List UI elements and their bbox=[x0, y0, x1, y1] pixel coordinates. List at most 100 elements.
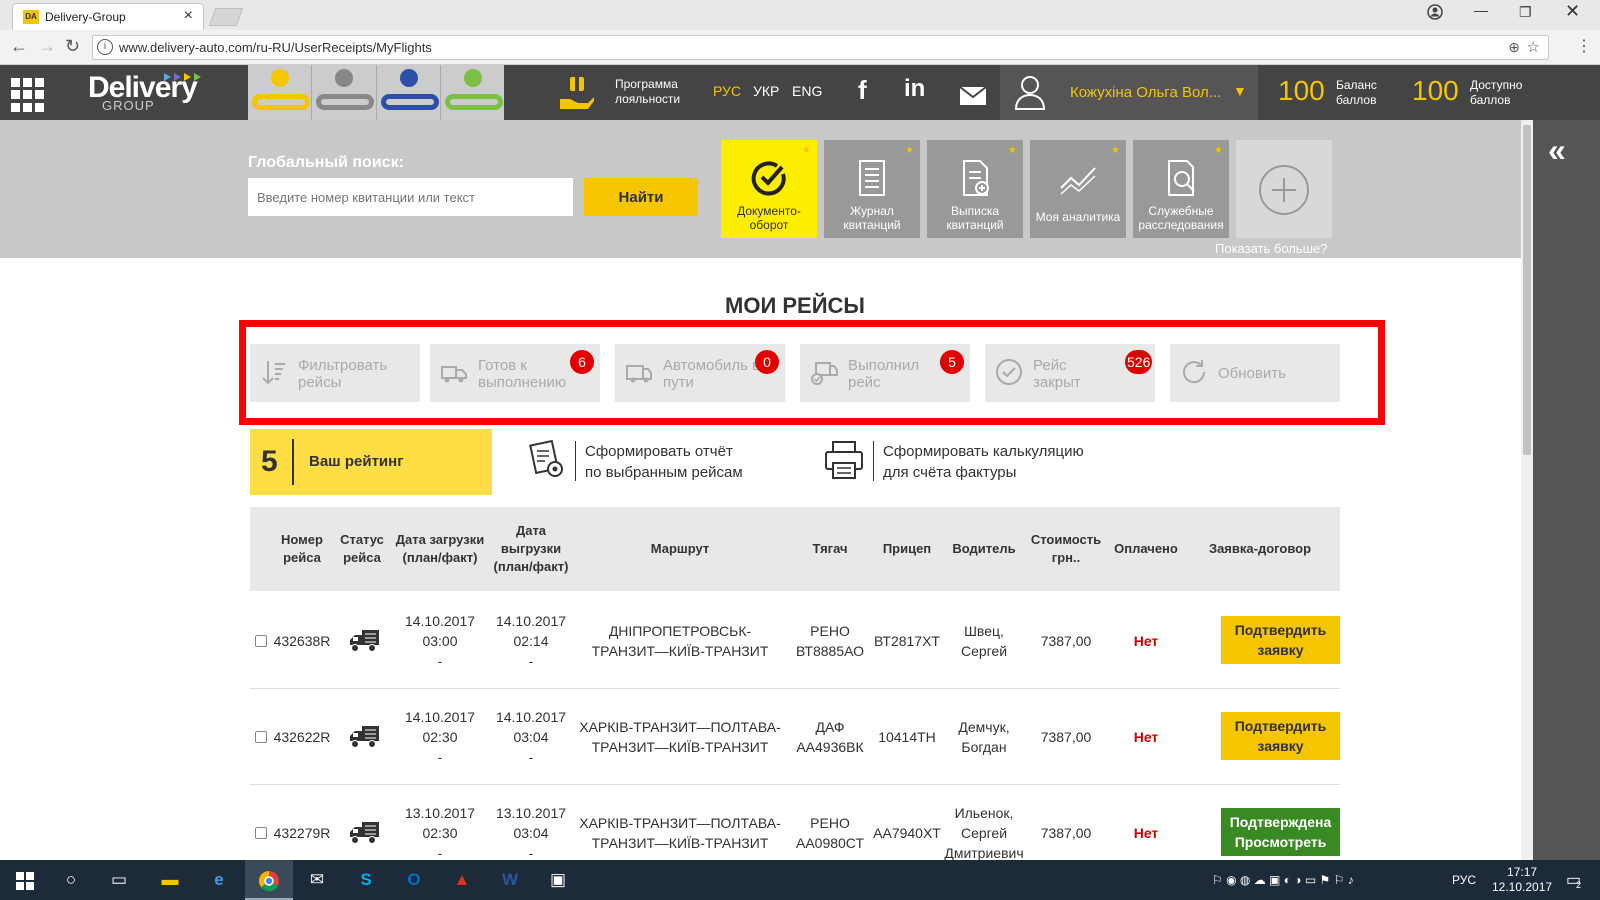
url-field[interactable]: i www.delivery-auto.com/ru-RU/UserReceip… bbox=[92, 35, 1549, 60]
favorite-star-icon[interactable]: ★ bbox=[1214, 144, 1223, 158]
filter-closed-button[interactable]: Рейс закрыт 526 bbox=[985, 344, 1155, 402]
collapse-sidebar-icon[interactable]: « bbox=[1548, 132, 1566, 169]
filter-ready-button[interactable]: Готов к выполнению 6 bbox=[430, 344, 600, 402]
photos-icon[interactable]: ▣ bbox=[547, 870, 569, 890]
table-row[interactable]: 432279R 13.10.2017 02:30 - 13.10.2017 03:04… bbox=[250, 785, 1340, 860]
col-status[interactable]: Статус рейса bbox=[336, 507, 388, 591]
chevron-down-icon[interactable]: ▼ bbox=[1233, 83, 1247, 99]
add-tile-button[interactable] bbox=[1236, 140, 1332, 238]
tile-docflow[interactable]: ★ Документо-оборот bbox=[721, 140, 817, 238]
col-trailer[interactable]: Прицеп bbox=[872, 507, 942, 591]
loyalty-hand-icon[interactable] bbox=[558, 75, 594, 111]
maximize-icon[interactable]: ❐ bbox=[1519, 4, 1532, 21]
load-time-value: 02:30 bbox=[422, 825, 458, 841]
flight-number[interactable]: 432622R bbox=[272, 689, 332, 785]
tile-investigations[interactable]: ★ Служебные расследования bbox=[1133, 140, 1229, 238]
confirm-request-button[interactable]: Подтвердить заявку bbox=[1221, 712, 1340, 760]
lang-ua[interactable]: УКР bbox=[753, 83, 779, 99]
forward-icon[interactable]: → bbox=[38, 36, 56, 57]
favorite-star-icon[interactable]: ★ bbox=[1111, 144, 1120, 158]
zoom-icon[interactable]: ⊕ bbox=[1508, 39, 1520, 56]
col-load-date[interactable]: Дата загрузки (план/факт) bbox=[390, 507, 490, 591]
loyalty-program-link[interactable]: Программа лояльности bbox=[615, 77, 695, 107]
bookmark-star-icon[interactable]: ☆ bbox=[1527, 38, 1540, 56]
tile-receipts-journal[interactable]: ★ Журнал квитанций bbox=[824, 140, 920, 238]
filter-in-transit-button[interactable]: Автомобиль в пути 0 bbox=[615, 344, 785, 402]
favorite-star-icon[interactable]: ★ bbox=[905, 144, 914, 158]
back-icon[interactable]: ← bbox=[10, 36, 28, 57]
logo-subtitle: GROUP bbox=[102, 98, 155, 113]
tile-receipts-statement[interactable]: ★ Выписка квитанций bbox=[927, 140, 1023, 238]
input-language[interactable]: РУС bbox=[1452, 873, 1476, 887]
tray-icons[interactable]: ⚐ ◉ ◍ ☁ ▣ ◐ ◑ ▭ ⚑ ⚐ ♪ bbox=[1212, 873, 1354, 887]
minimize-icon[interactable]: — bbox=[1474, 2, 1488, 18]
scrollbar-thumb[interactable] bbox=[1523, 125, 1531, 455]
row-checkbox[interactable] bbox=[255, 731, 267, 743]
lang-ru[interactable]: РУС bbox=[713, 83, 741, 99]
tab-close-icon[interactable]: × bbox=[184, 7, 193, 25]
internet-explorer-icon[interactable]: e bbox=[208, 870, 230, 890]
flight-number[interactable]: 432279R bbox=[272, 785, 332, 860]
acrobat-icon[interactable]: ▲ bbox=[451, 870, 473, 890]
row-checkbox[interactable] bbox=[255, 827, 267, 839]
refresh-button[interactable]: Обновить bbox=[1170, 344, 1340, 402]
task-view-icon[interactable]: ▭ bbox=[108, 870, 130, 890]
mail-icon[interactable] bbox=[959, 81, 987, 112]
table-row[interactable]: 432622R 14.10.2017 02:30 - 14.10.2017 03:04… bbox=[250, 689, 1340, 785]
search-input[interactable] bbox=[248, 178, 573, 216]
site-info-icon[interactable]: i bbox=[97, 39, 113, 55]
file-explorer-icon[interactable]: ▬ bbox=[159, 870, 181, 890]
browser-menu-icon[interactable]: ⋮ bbox=[1576, 36, 1592, 56]
row-checkbox[interactable] bbox=[255, 635, 267, 647]
filter-label: Готов к выполнению bbox=[478, 357, 567, 391]
search-button[interactable]: Найти bbox=[584, 178, 698, 216]
filter-label: Выполнил рейс bbox=[848, 357, 920, 391]
apps-grid-icon[interactable] bbox=[11, 78, 45, 112]
calculation-action[interactable]: Сформировать калькуляцию для счёта факту… bbox=[823, 437, 1123, 487]
col-tractor[interactable]: Тягач bbox=[790, 507, 870, 591]
col-unload-date[interactable]: Дата выгрузки (план/факт) bbox=[490, 507, 572, 591]
search-panel: Глобальный поиск: Найти ★ Документо-обор… bbox=[0, 120, 1521, 258]
col-flight-number[interactable]: Номер рейса bbox=[272, 507, 332, 591]
skype-icon[interactable]: S bbox=[355, 870, 377, 890]
partner-chain-banner[interactable] bbox=[248, 65, 504, 120]
col-contract[interactable]: Заявка-договор bbox=[1180, 507, 1340, 591]
flight-number[interactable]: 432638R bbox=[272, 593, 332, 689]
user-menu[interactable]: Кожухіна Ольга Вол... ▼ bbox=[1000, 65, 1258, 120]
clock[interactable]: 17:17 12.10.2017 bbox=[1492, 865, 1552, 895]
tile-my-analytics[interactable]: ★ Моя аналитика bbox=[1030, 140, 1126, 238]
load-fact-value: - bbox=[437, 653, 443, 669]
windows-start-icon[interactable] bbox=[16, 872, 34, 890]
browser-tab[interactable]: DA Delivery-Group × bbox=[12, 3, 204, 30]
favorite-star-icon[interactable]: ★ bbox=[802, 144, 811, 158]
mail-icon[interactable]: ✉ bbox=[306, 870, 328, 890]
profile-icon[interactable] bbox=[1427, 4, 1443, 23]
linkedin-icon[interactable]: in bbox=[904, 75, 925, 103]
filter-completed-button[interactable]: Выполнил рейс 5 bbox=[800, 344, 970, 402]
confirm-request-button[interactable]: Подтвердить заявку bbox=[1221, 616, 1340, 664]
lang-en[interactable]: ENG bbox=[792, 83, 822, 99]
word-icon[interactable]: W bbox=[499, 870, 521, 890]
col-route[interactable]: Маршрут bbox=[570, 507, 790, 591]
count-badge: 5 bbox=[940, 350, 964, 374]
close-window-icon[interactable]: ✕ bbox=[1565, 1, 1580, 22]
table-row[interactable]: 432638R 14.10.2017 03:00 - 14.10.2017 02:14… bbox=[250, 593, 1340, 689]
load-time-value: 03:00 bbox=[422, 633, 458, 649]
search-icon[interactable]: ○ bbox=[60, 870, 82, 890]
new-tab-button[interactable] bbox=[208, 8, 244, 26]
search-label: Глобальный поиск: bbox=[248, 154, 404, 171]
report-action[interactable]: Сформировать отчёт по выбранным рейсам bbox=[525, 437, 785, 487]
col-cost[interactable]: Стоимость грн.. bbox=[1026, 507, 1106, 591]
col-driver[interactable]: Водитель bbox=[944, 507, 1024, 591]
chrome-icon[interactable] bbox=[258, 870, 280, 892]
favorite-star-icon[interactable]: ★ bbox=[1008, 144, 1017, 158]
view-confirmed-button[interactable]: Подтверждена Просмотреть bbox=[1221, 808, 1340, 856]
reload-icon[interactable]: ↻ bbox=[65, 36, 80, 57]
show-more-link[interactable]: Показать больше? bbox=[1215, 241, 1328, 256]
outlook-icon[interactable]: O bbox=[403, 870, 425, 890]
tractor: ДАФ АА4936ВК bbox=[796, 719, 864, 755]
col-paid[interactable]: Оплачено bbox=[1108, 507, 1184, 591]
filter-flights-button[interactable]: Фильтровать рейсы bbox=[250, 344, 420, 402]
facebook-icon[interactable]: f bbox=[858, 75, 867, 106]
divider bbox=[292, 439, 294, 485]
